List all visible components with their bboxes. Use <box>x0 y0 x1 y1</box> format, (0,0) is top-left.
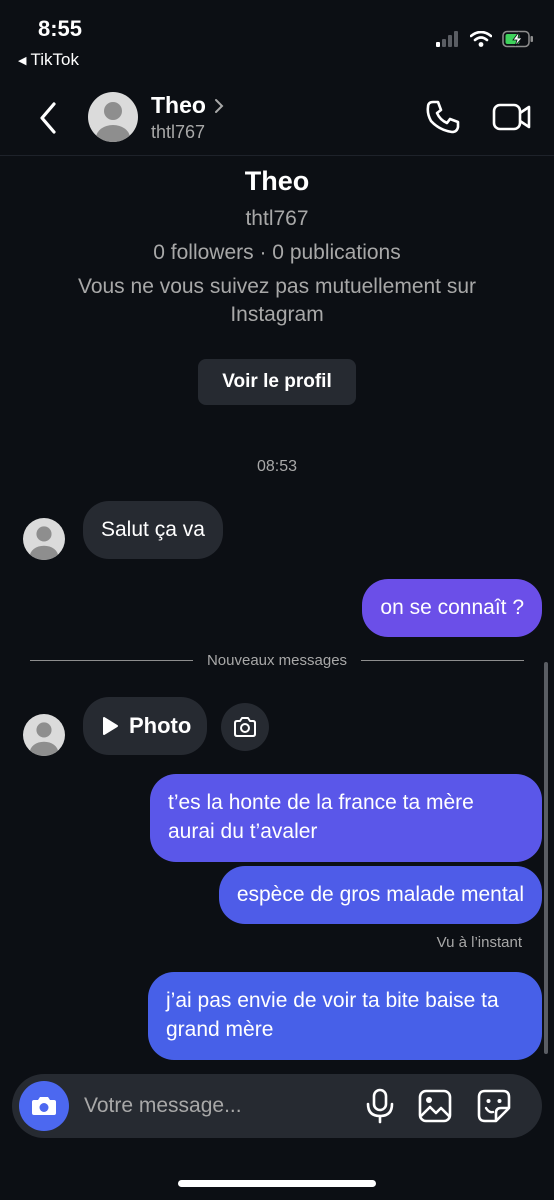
video-camera-icon[interactable] <box>492 98 532 136</box>
sticker-icon[interactable] <box>476 1088 512 1124</box>
battery-icon <box>502 30 533 48</box>
status-time: 8:55 <box>38 16 83 41</box>
chat-header: Theo thtl767 <box>0 80 554 156</box>
sender-avatar[interactable] <box>23 714 65 756</box>
new-messages-divider: Nouveaux messages <box>30 652 525 669</box>
message-outgoing[interactable]: j’ai pas envie de voir ta bite baise ta … <box>148 972 542 1060</box>
default-avatar-icon <box>96 102 130 142</box>
status-bar: 8:55 ◀ TikTok <box>0 0 554 80</box>
photo-label: Photo <box>129 713 192 738</box>
thread-timestamp: 08:53 <box>256 458 298 475</box>
profile-name: Theo <box>244 166 310 196</box>
camera-icon <box>234 717 256 737</box>
back-chevron-icon[interactable] <box>34 98 64 138</box>
back-to-app-link[interactable]: ◀ TikTok <box>18 50 79 70</box>
play-icon <box>103 717 118 735</box>
phone-icon[interactable] <box>424 98 462 136</box>
message-outgoing[interactable]: on se connaît ? <box>362 579 542 637</box>
cellular-icon <box>436 31 458 47</box>
status-icons <box>436 30 534 48</box>
divider-line <box>361 660 525 661</box>
message-input[interactable]: Votre message... <box>84 1094 242 1118</box>
camera-icon <box>32 1097 56 1115</box>
gallery-icon[interactable] <box>417 1088 453 1124</box>
default-avatar-icon <box>29 526 59 560</box>
message-composer: Votre message... <box>12 1074 542 1138</box>
profile-card: Theo thtl767 0 followers · 0 publication… <box>0 166 554 405</box>
view-profile-button[interactable]: Voir le profil <box>198 359 356 405</box>
camera-button[interactable] <box>19 1081 69 1131</box>
profile-mutual-note: Vous ne vous suivez pas mutuellement sur… <box>77 275 477 326</box>
chevron-right-icon <box>214 98 224 113</box>
wifi-icon <box>470 31 492 47</box>
message-outgoing[interactable]: t’es la honte de la france ta mère aurai… <box>150 774 542 862</box>
profile-username: thtl767 <box>245 207 309 230</box>
header-avatar[interactable] <box>88 92 138 142</box>
photo-camera-button[interactable] <box>221 703 269 751</box>
new-messages-label: Nouveaux messages <box>206 652 348 669</box>
header-username: thtl767 <box>151 122 206 142</box>
back-app-label: TikTok <box>30 50 79 69</box>
divider-line <box>30 660 193 661</box>
microphone-icon[interactable] <box>364 1088 396 1124</box>
message-incoming[interactable]: Salut ça va <box>83 501 223 559</box>
photo-message[interactable]: Photo <box>83 697 208 755</box>
default-avatar-icon <box>29 722 59 756</box>
back-triangle-icon: ◀ <box>18 54 27 67</box>
profile-stats: 0 followers · 0 publications <box>153 241 401 264</box>
message-outgoing[interactable]: espèce de gros malade mental <box>218 866 542 924</box>
header-name-link[interactable]: Theo <box>151 92 224 119</box>
header-name: Theo <box>151 92 206 118</box>
scrollbar[interactable] <box>544 662 548 1054</box>
home-indicator[interactable] <box>178 1180 376 1187</box>
seen-status: Vu à l’instant <box>436 934 522 951</box>
sender-avatar[interactable] <box>23 518 65 560</box>
